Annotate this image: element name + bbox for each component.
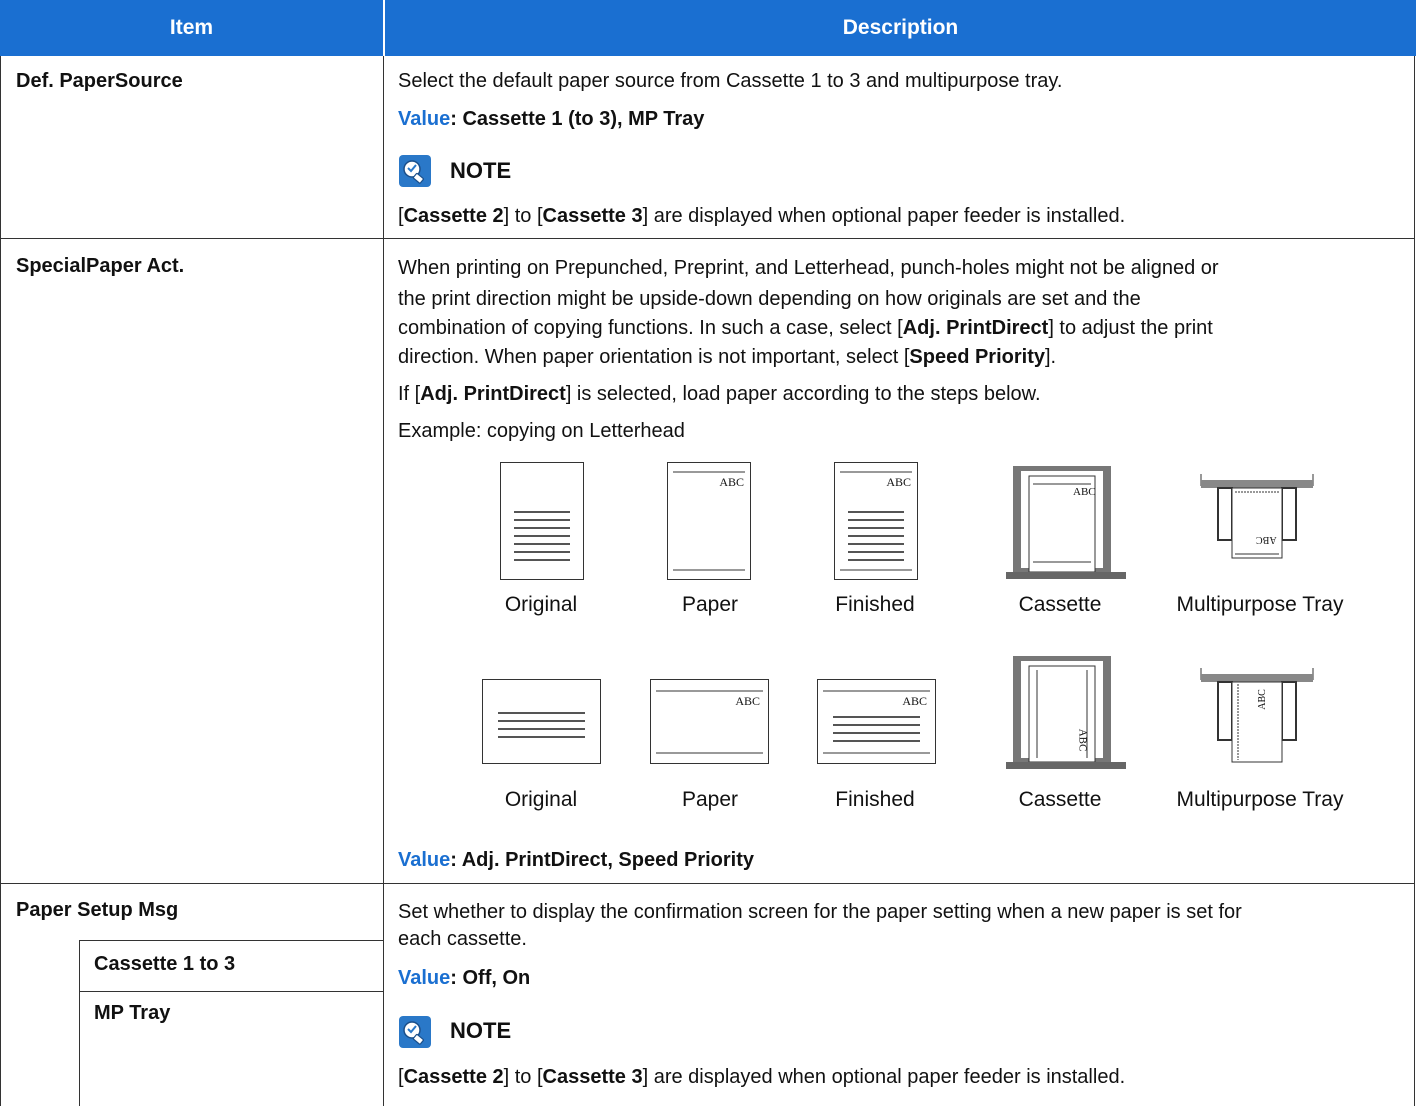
caption-cassette: Cassette	[1018, 788, 1102, 811]
header-description-label: Description	[842, 16, 959, 39]
table-border-left	[0, 56, 1, 1106]
caption-multipurpose-tray: Multipurpose Tray	[1176, 593, 1344, 616]
row-label-paper-setup-msg: Paper Setup Msg	[16, 899, 179, 921]
row-divider-2	[0, 883, 1415, 884]
paper-setup-msg-value: Value: Off, On	[398, 964, 530, 993]
abc-label: ABC	[735, 694, 760, 708]
value-text: : Cassette 1 (to 3), MP Tray	[450, 108, 705, 130]
special-paper-line4: direction. When paper orientation is not…	[398, 346, 1057, 368]
illustration-paper-landscape: ABC	[650, 679, 769, 764]
subrow-label-mp-tray: MP Tray	[94, 1002, 171, 1024]
note-icon	[398, 1015, 432, 1049]
header-item: Item	[0, 0, 383, 56]
value-label: Value	[398, 108, 451, 130]
caption-finished: Finished	[835, 593, 915, 616]
special-paper-value: Value: Adj. PrintDirect, Speed Priority	[398, 846, 754, 875]
header-item-label: Item	[169, 16, 214, 39]
paper-setup-msg-note: [Cassette 2] to [Cassette 3] are display…	[398, 1066, 1126, 1088]
illustration-cassette-landscape: ABC	[1005, 653, 1127, 770]
caption-finished: Finished	[835, 788, 915, 811]
table-border-right	[1414, 56, 1415, 1106]
subrow-label-cassette-1-to-3: Cassette 1 to 3	[94, 953, 236, 975]
abc-label: ABC	[719, 475, 744, 489]
def-paper-source-note: [Cassette 2] to [Cassette 3] are display…	[398, 205, 1126, 227]
value-text: : Off, On	[450, 967, 531, 989]
special-paper-line2: the print direction might be upside-down…	[398, 288, 1141, 310]
note-title: NOTE	[450, 1018, 512, 1043]
subrow-divider-1	[79, 940, 384, 941]
abc-label-rotated: ABC	[1256, 689, 1268, 710]
note-title: NOTE	[450, 158, 512, 183]
special-paper-line1: When printing on Prepunched, Preprint, a…	[398, 257, 1219, 279]
value-label: Value	[398, 967, 451, 989]
illustration-original-landscape	[482, 679, 601, 764]
special-paper-example: Example: copying on Letterhead	[398, 420, 685, 442]
note-icon	[398, 154, 432, 188]
column-divider	[383, 56, 384, 1106]
value-text: : Adj. PrintDirect, Speed Priority	[450, 849, 755, 871]
value-label: Value	[398, 849, 451, 871]
def-paper-source-description: Select the default paper source from Cas…	[398, 70, 1063, 92]
illustration-finished-landscape: ABC	[817, 679, 936, 764]
abc-label-rotated: ABC	[1076, 728, 1089, 752]
abc-label: ABC	[902, 694, 927, 708]
row-divider-1	[0, 238, 1415, 239]
caption-multipurpose-tray: Multipurpose Tray	[1176, 788, 1344, 811]
abc-label: ABC	[1073, 486, 1096, 498]
row-label-def-paper-source: Def. PaperSource	[16, 70, 183, 92]
illustration-mp-tray-portrait: ABC	[1200, 474, 1314, 564]
paper-setup-msg-line2: each cassette.	[398, 928, 527, 950]
def-paper-source-value: Value: Cassette 1 (to 3), MP Tray	[398, 105, 704, 134]
subrow-divider-2	[79, 991, 384, 992]
illustration-cassette-portrait: ABC	[1005, 463, 1127, 580]
special-paper-line5: If [Adj. PrintDirect] is selected, load …	[398, 383, 1041, 405]
caption-cassette: Cassette	[1018, 593, 1102, 616]
abc-label: ABC	[886, 475, 911, 489]
illustration-paper-portrait: ABC	[667, 462, 751, 580]
abc-label-rotated: ABC	[1256, 534, 1277, 545]
header-description: Description	[385, 0, 1416, 56]
illustration-finished-portrait: ABC	[834, 462, 918, 580]
paper-setup-msg-line1: Set whether to display the confirmation …	[398, 901, 1242, 923]
illustration-mp-tray-landscape: ABC	[1200, 668, 1314, 764]
row-label-special-paper: SpecialPaper Act.	[16, 255, 185, 277]
subrow-indent-line	[79, 940, 80, 1106]
illustration-original-portrait	[500, 462, 584, 580]
special-paper-line3: combination of copying functions. In suc…	[398, 317, 1213, 339]
